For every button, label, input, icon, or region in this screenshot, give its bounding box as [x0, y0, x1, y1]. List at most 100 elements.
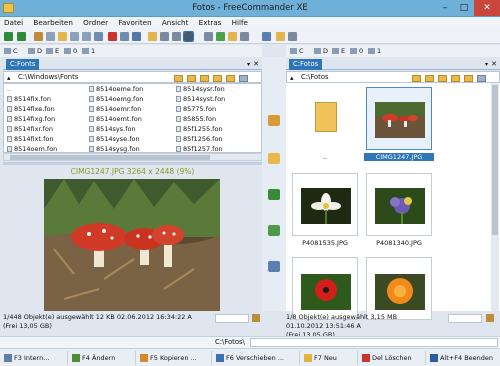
list-item[interactable]: 8514syst.fon [176, 94, 225, 104]
edit-icon[interactable] [70, 32, 79, 41]
view-options-icon[interactable] [239, 75, 248, 82]
folder-sync-icon[interactable] [228, 32, 237, 41]
thumbnail-item[interactable]: CIMG1247.JPG [364, 85, 434, 165]
list-item[interactable]: 8514fixe.fon [7, 104, 57, 114]
list-item[interactable]: 8514syse.fon [89, 134, 143, 144]
close-button[interactable]: ✕ [474, 0, 500, 16]
folder-icon[interactable] [200, 75, 209, 82]
list-item[interactable]: 8514oemt.fon [89, 114, 143, 124]
minimize-button[interactable]: – [436, 0, 454, 16]
list-item[interactable]: 8514oeme.fon [89, 84, 143, 94]
menu-favorites[interactable]: Favoriten [114, 17, 155, 29]
menu-view[interactable]: Ansicht [158, 17, 193, 29]
drive-d-right[interactable]: D [314, 47, 328, 55]
search-icon[interactable] [240, 32, 249, 41]
delete-button[interactable]: Del Löschen [360, 351, 426, 365]
filter-icon[interactable] [252, 314, 260, 322]
left-path-bar[interactable]: ▴ C:\Windows\Fonts [3, 71, 262, 83]
f7-new-button[interactable]: F7 Neu [302, 351, 358, 365]
folder-icon[interactable] [187, 75, 196, 82]
filter-icon[interactable] [486, 314, 494, 322]
scrollbar-thumb[interactable] [492, 85, 498, 235]
drive-0-left[interactable]: 0 [64, 47, 77, 55]
list-item[interactable]: 8514oemg.fon [89, 94, 143, 104]
folder-icon[interactable] [438, 75, 447, 82]
folder-icon[interactable] [412, 75, 421, 82]
drive-e-left[interactable]: E [46, 47, 59, 55]
folder-icon[interactable] [451, 75, 460, 82]
list-view-icon[interactable] [160, 32, 169, 41]
scrollbar-thumb[interactable] [10, 155, 210, 160]
tab-close-icon[interactable]: ✕ [253, 60, 259, 68]
folder-icon[interactable] [174, 75, 183, 82]
menu-help[interactable]: Hilfe [228, 17, 252, 29]
forward-icon[interactable] [17, 32, 26, 41]
list-item[interactable]: 8514sysr.fon [176, 84, 225, 94]
thumbnail-item[interactable]: P4081535.JPG [290, 171, 360, 251]
tab-menu-icon[interactable]: ▾ [247, 61, 250, 68]
swap-panels-icon[interactable] [262, 32, 271, 41]
wand-icon[interactable] [268, 153, 280, 164]
details-view-icon[interactable] [172, 32, 181, 41]
right-filter-dropdown[interactable] [448, 314, 482, 323]
tab-close-icon[interactable]: ✕ [491, 60, 497, 68]
folder-icon[interactable] [213, 75, 222, 82]
menu-edit[interactable]: Bearbeiten [29, 17, 77, 29]
f3-view-button[interactable]: F3 Intern... [2, 351, 68, 365]
command-line[interactable]: C:\Fotos\ [0, 336, 500, 348]
filter-icon[interactable] [216, 32, 225, 41]
copy-to-icon[interactable] [268, 115, 280, 126]
menu-file[interactable]: Datei [0, 17, 27, 29]
view-options-icon[interactable] [477, 75, 486, 82]
delete-icon[interactable] [108, 32, 117, 41]
folder-icon[interactable] [226, 75, 235, 82]
f5-copy-button[interactable]: F5 Kopieren ... [138, 351, 212, 365]
splitter[interactable] [3, 162, 262, 165]
list-item[interactable]: 85f1255.fon [176, 124, 225, 134]
list-item[interactable]: 8514oemr.fon [89, 104, 143, 114]
list-item[interactable]: 85f1256.fon [176, 134, 225, 144]
back-icon[interactable] [4, 32, 13, 41]
drive-0-right[interactable]: 0 [350, 47, 363, 55]
maximize-button[interactable]: □ [455, 0, 473, 16]
thumbnail-item[interactable]: .. [290, 85, 360, 165]
list-item[interactable]: 8514sys.fon [89, 124, 143, 134]
drive-c-left[interactable]: C [4, 47, 18, 55]
tab-left-fonts[interactable]: C:Fonts [6, 59, 40, 70]
drive-c-right[interactable]: C [290, 47, 304, 55]
left-filter-dropdown[interactable] [215, 314, 249, 323]
drive-e-right[interactable]: E [332, 47, 345, 55]
compare-icon[interactable] [132, 32, 141, 41]
compare-folders-icon[interactable] [268, 261, 280, 272]
drive-d-left[interactable]: D [28, 47, 42, 55]
copy-icon[interactable] [46, 32, 55, 41]
new-folder-icon[interactable] [58, 32, 67, 41]
folder-up-icon[interactable]: ▴ [290, 73, 294, 83]
terminal-icon[interactable] [288, 32, 297, 41]
horizontal-scrollbar[interactable] [3, 153, 262, 161]
menu-folder[interactable]: Ordner [79, 17, 112, 29]
vertical-scrollbar[interactable] [491, 83, 499, 311]
list-item[interactable]: 8514fixt.fon [7, 134, 57, 144]
exit-button[interactable]: Alt+F4 Beenden [428, 351, 498, 365]
list-item[interactable]: 8514fixg.fon [7, 114, 57, 124]
list-item[interactable]: 8514fixr.fon [7, 124, 57, 134]
command-input[interactable] [250, 338, 498, 347]
tab-menu-icon[interactable]: ▾ [485, 61, 488, 68]
refresh-icon[interactable] [34, 32, 43, 41]
thumbnail-item[interactable]: P4081340.JPG [364, 171, 434, 251]
properties-icon[interactable] [94, 32, 103, 41]
folder-up-icon[interactable]: ▴ [7, 73, 11, 83]
drive-1-right[interactable]: 1 [368, 47, 381, 55]
view-icon[interactable] [82, 32, 91, 41]
split-view-icon[interactable] [204, 32, 213, 41]
sync-icon[interactable] [268, 225, 280, 236]
list-item[interactable]: 85855.fon [176, 114, 225, 124]
list-item[interactable]: 8514fix.fon [7, 94, 57, 104]
thumbnail-view-icon[interactable] [183, 31, 194, 42]
f4-edit-button[interactable]: F4 Ändern [70, 351, 136, 365]
list-item[interactable]: 85775.fon [176, 104, 225, 114]
move-to-icon[interactable] [268, 189, 280, 200]
list-item[interactable]: .. [7, 84, 57, 94]
tree-icon[interactable] [148, 32, 157, 41]
